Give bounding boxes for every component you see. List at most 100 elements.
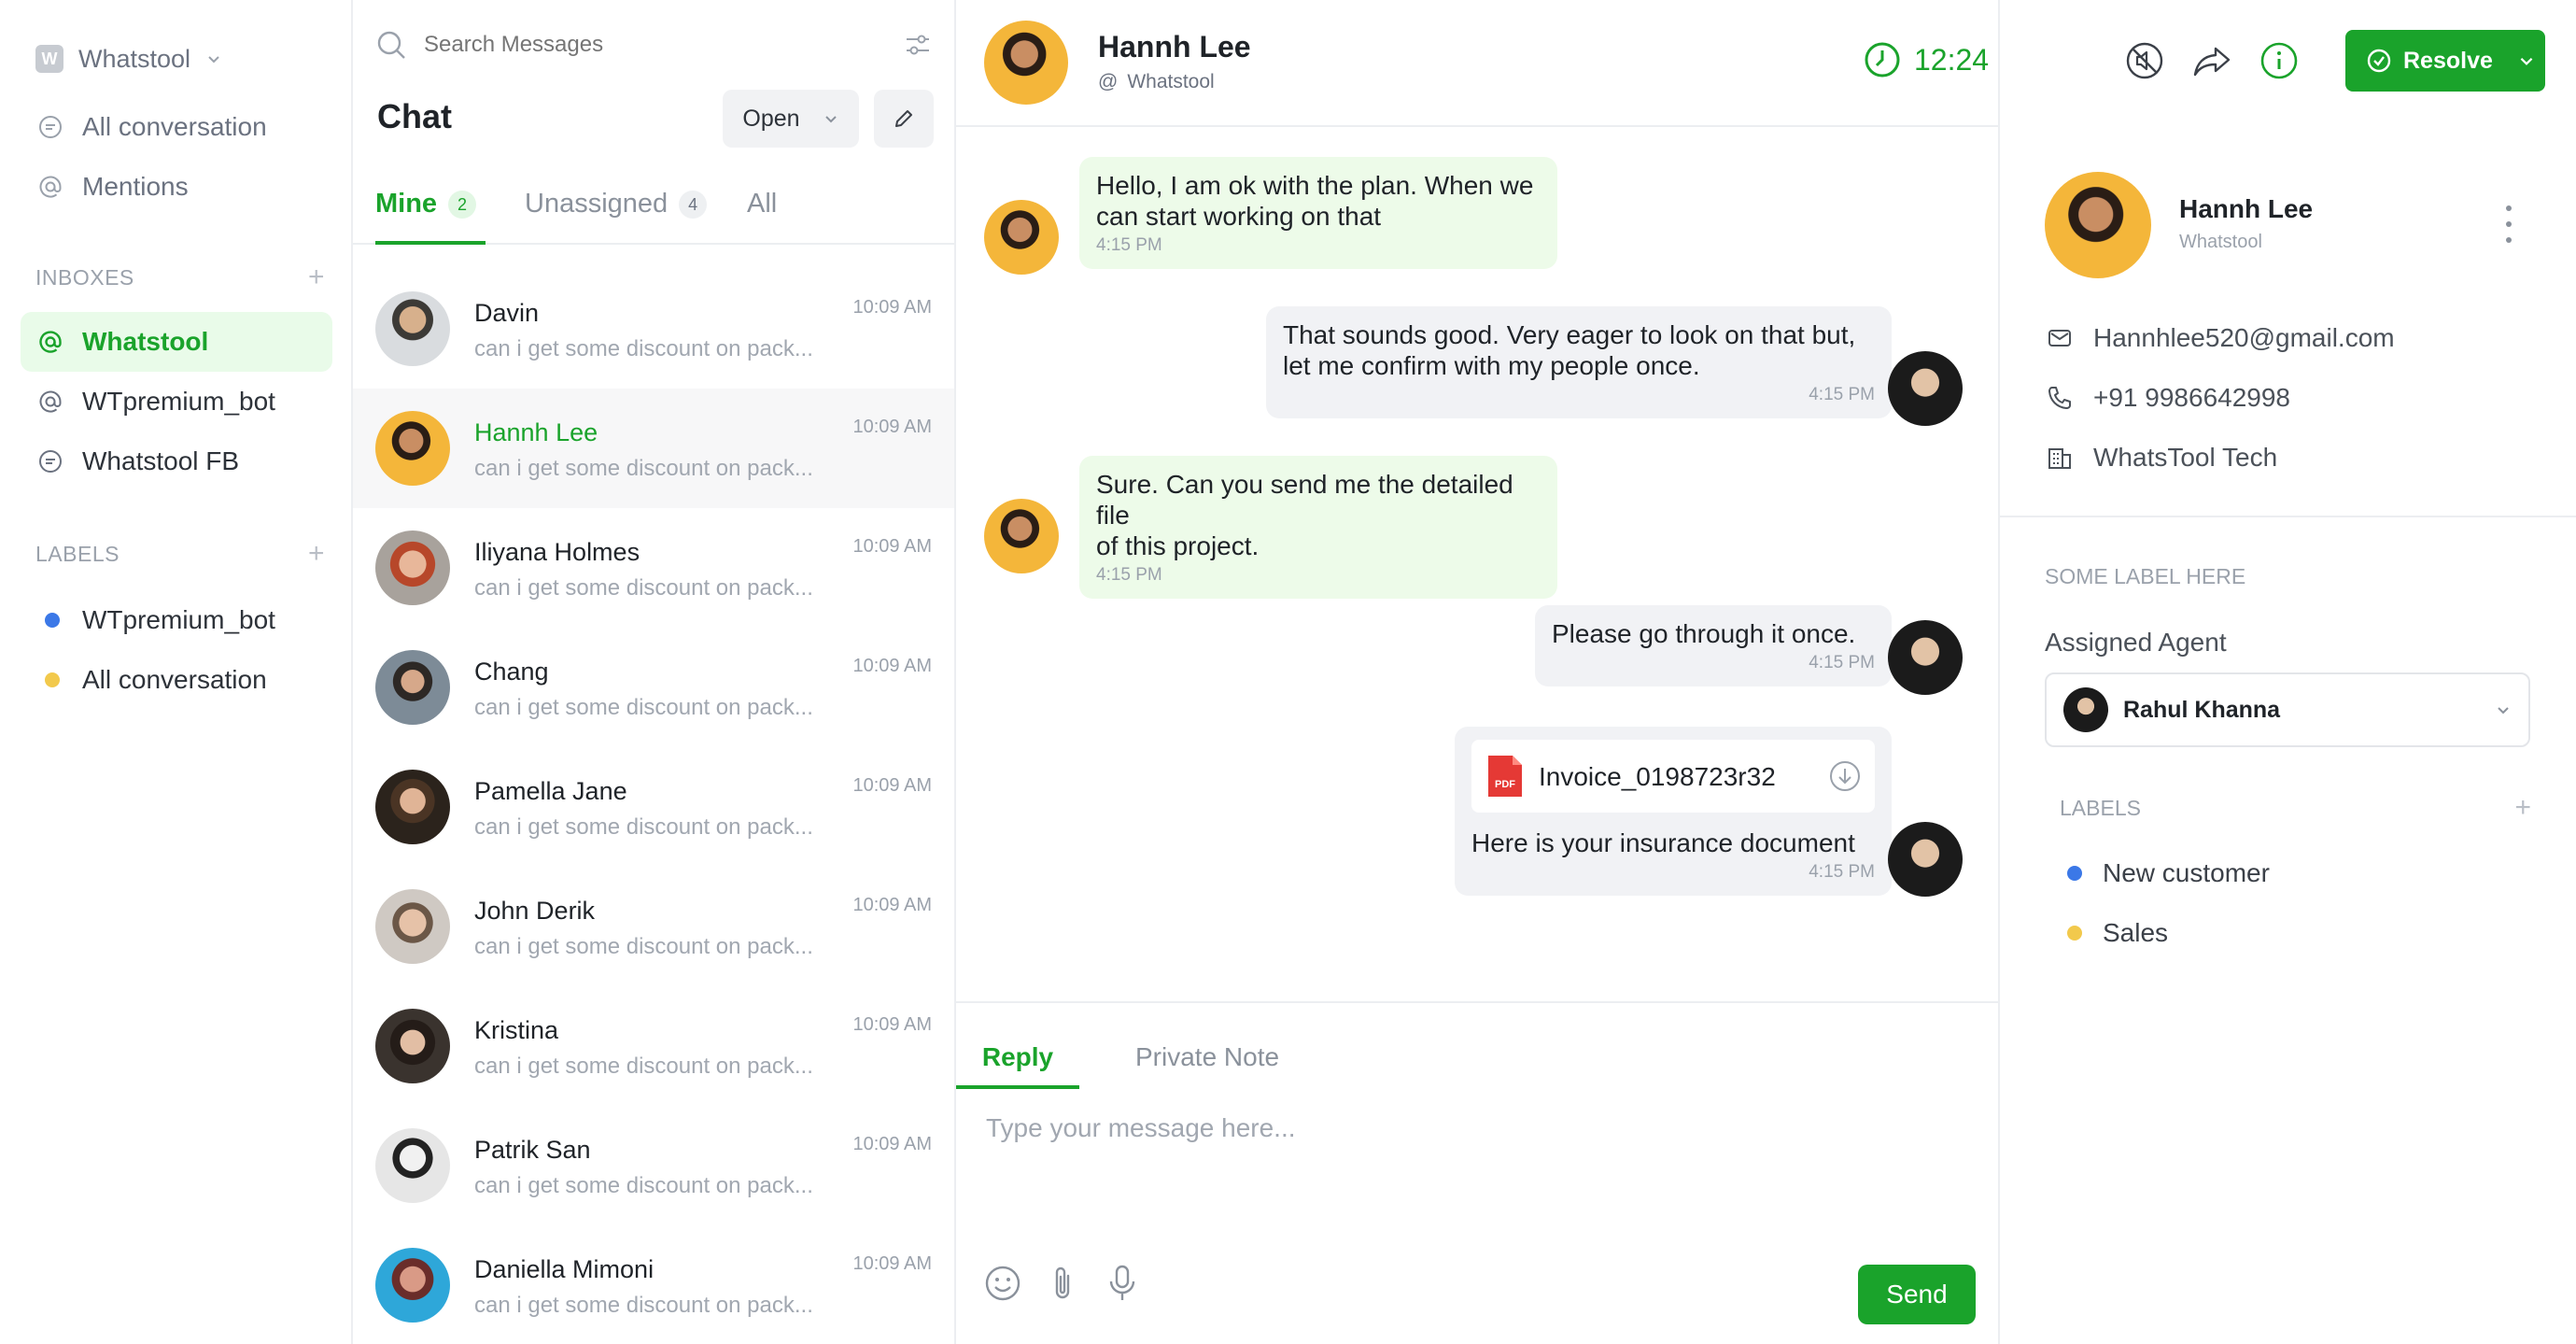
at-icon — [37, 329, 63, 355]
conversation-preview: can i get some discount on pack... — [474, 814, 813, 840]
contact-info-panel: Hannh Lee Whatstool Hannhlee520@gmail.co… — [2000, 0, 2576, 1344]
contact-inbox: Whatstool — [2179, 232, 2262, 252]
conversation-item[interactable]: Davin can i get some discount on pack...… — [353, 269, 954, 389]
inbox-whatstool-fb[interactable]: Whatstool FB — [21, 431, 332, 491]
search-input[interactable] — [424, 32, 887, 58]
label-text: All conversation — [82, 665, 267, 694]
tab-mine[interactable]: Mine 2 — [375, 189, 486, 245]
label-text: Sales — [2103, 918, 2169, 947]
microphone-icon — [1109, 1265, 1135, 1300]
tab-all[interactable]: All — [747, 189, 777, 245]
avatar — [375, 889, 450, 964]
label-all-conversation[interactable]: All conversation — [21, 650, 332, 710]
building-icon — [2048, 448, 2071, 469]
labels-heading: LABELS + — [35, 538, 325, 570]
filter-icon[interactable] — [904, 31, 932, 59]
conversation-name: Kristina — [474, 1016, 559, 1044]
add-inbox-icon[interactable]: + — [308, 262, 325, 293]
nav-item-all-conversation[interactable]: All conversation — [21, 97, 332, 157]
conversation-item[interactable]: Patrik San can i get some discount on pa… — [353, 1106, 954, 1225]
conversation-item[interactable]: Pamella Jane can i get some discount on … — [353, 747, 954, 867]
label-wtpremium-bot[interactable]: WTpremium_bot — [21, 590, 332, 650]
contact-company-text: WhatsTool Tech — [2093, 443, 2278, 472]
tab-unassigned[interactable]: Unassigned 4 — [525, 189, 708, 245]
tab-count: 2 — [448, 191, 477, 219]
chevron-down-icon — [2498, 707, 2509, 714]
chevron-down-icon — [208, 56, 219, 64]
chat-icon — [37, 448, 63, 474]
assigned-agent-dropdown[interactable]: Rahul Khanna — [2045, 672, 2530, 747]
workspace-badge: W — [35, 45, 63, 73]
list-title: Chat — [377, 97, 452, 135]
tab-reply[interactable]: Reply — [956, 1022, 1079, 1089]
tab-count: 4 — [679, 191, 708, 219]
labels-heading-text: LABELS — [2060, 795, 2141, 820]
emoji-icon — [985, 1266, 1021, 1301]
conversation-item[interactable]: Daniella Mimoni can i get some discount … — [353, 1225, 954, 1344]
search-icon — [377, 31, 405, 59]
inboxes-heading-text: INBOXES — [35, 264, 134, 290]
message-time: 4:15 PM — [1096, 565, 1162, 585]
conversation-panel: Hannh Lee @ Whatstool 12:24 Resolve Hell… — [956, 0, 2545, 1344]
paperclip-icon — [1055, 1266, 1070, 1299]
add-label-icon[interactable]: + — [2514, 792, 2531, 824]
nav-item-mentions[interactable]: Mentions — [21, 157, 332, 217]
assigned-agent-heading: Assigned Agent — [2045, 628, 2227, 657]
voice-button[interactable] — [1102, 1263, 1143, 1304]
status-dropdown[interactable]: Open — [723, 90, 859, 148]
avatar — [1888, 822, 1963, 897]
message-input[interactable] — [986, 1100, 1920, 1156]
tab-label: All — [747, 189, 778, 219]
download-icon[interactable] — [1828, 759, 1862, 793]
conversation-preview: can i get some discount on pack... — [474, 1293, 813, 1318]
add-label-icon[interactable]: + — [308, 538, 325, 570]
conversation-item[interactable]: Iliyana Holmes can i get some discount o… — [353, 508, 954, 628]
svg-text:PDF: PDF — [1495, 779, 1515, 790]
workspace-switcher[interactable]: W Whatstool — [35, 41, 222, 77]
divider — [2000, 516, 2576, 517]
more-options-icon[interactable] — [2502, 205, 2515, 243]
inbox-wtpremium-bot[interactable]: WTpremium_bot — [21, 372, 332, 431]
send-button[interactable]: Send — [1858, 1265, 1976, 1324]
tab-label: Mine — [375, 189, 438, 219]
pdf-icon: PDF — [1488, 756, 1522, 797]
timer: 12:24 — [1864, 41, 1989, 78]
contact-email: Hannhlee520@gmail.com — [2047, 319, 2395, 357]
conversation-item[interactable]: Hannh Lee can i get some discount on pac… — [353, 389, 954, 508]
at-icon — [37, 174, 63, 200]
conversation-time: 10:09 AM — [852, 1253, 932, 1274]
conversation-name: Hannh Lee — [474, 418, 598, 446]
label-dot — [45, 613, 60, 628]
label-text: New customer — [2103, 858, 2270, 887]
compose-button[interactable] — [874, 90, 934, 148]
message-text-line: Sure. Can you send me the detailed file — [1096, 470, 1513, 530]
at-icon: @ — [1098, 71, 1119, 92]
tab-label: Private Note — [1135, 1042, 1280, 1071]
contact-label-new-customer[interactable]: New customer — [2067, 855, 2270, 892]
phone-icon — [2048, 387, 2071, 409]
outgoing-message: Please go through it once. 4:15 PM — [1535, 605, 1892, 686]
conversation-item[interactable]: Chang can i get some discount on pack...… — [353, 628, 954, 747]
agent-name: Rahul Khanna — [2123, 696, 2281, 723]
message-text-line: of this project. — [1096, 531, 1260, 560]
avatar — [375, 1009, 450, 1083]
tab-private-note[interactable]: Private Note — [1105, 1022, 1309, 1089]
message-time: 4:15 PM — [1809, 385, 1875, 404]
search-bar[interactable] — [375, 26, 932, 64]
contact-label-sales[interactable]: Sales — [2067, 914, 2168, 952]
avatar — [984, 21, 1068, 105]
conversation-name: Iliyana Holmes — [474, 538, 640, 566]
conversation-name: Pamella Jane — [474, 777, 627, 805]
file-attachment[interactable]: PDF Invoice_0198723r32 — [1471, 740, 1875, 813]
conversation-time: 10:09 AM — [852, 895, 932, 915]
message-time: 4:15 PM — [1809, 862, 1875, 882]
conversation-item[interactable]: Kristina can i get some discount on pack… — [353, 986, 954, 1106]
avatar — [1888, 351, 1963, 426]
attach-button[interactable] — [1042, 1263, 1083, 1304]
conversation-item[interactable]: John Derik can i get some discount on pa… — [353, 867, 954, 986]
emoji-button[interactable] — [982, 1263, 1023, 1304]
conversation-name: Patrik San — [474, 1136, 591, 1164]
conversation-name: Davin — [474, 299, 540, 327]
conversation-preview: can i get some discount on pack... — [474, 934, 813, 959]
inbox-whatstool[interactable]: Whatstool — [21, 312, 332, 372]
